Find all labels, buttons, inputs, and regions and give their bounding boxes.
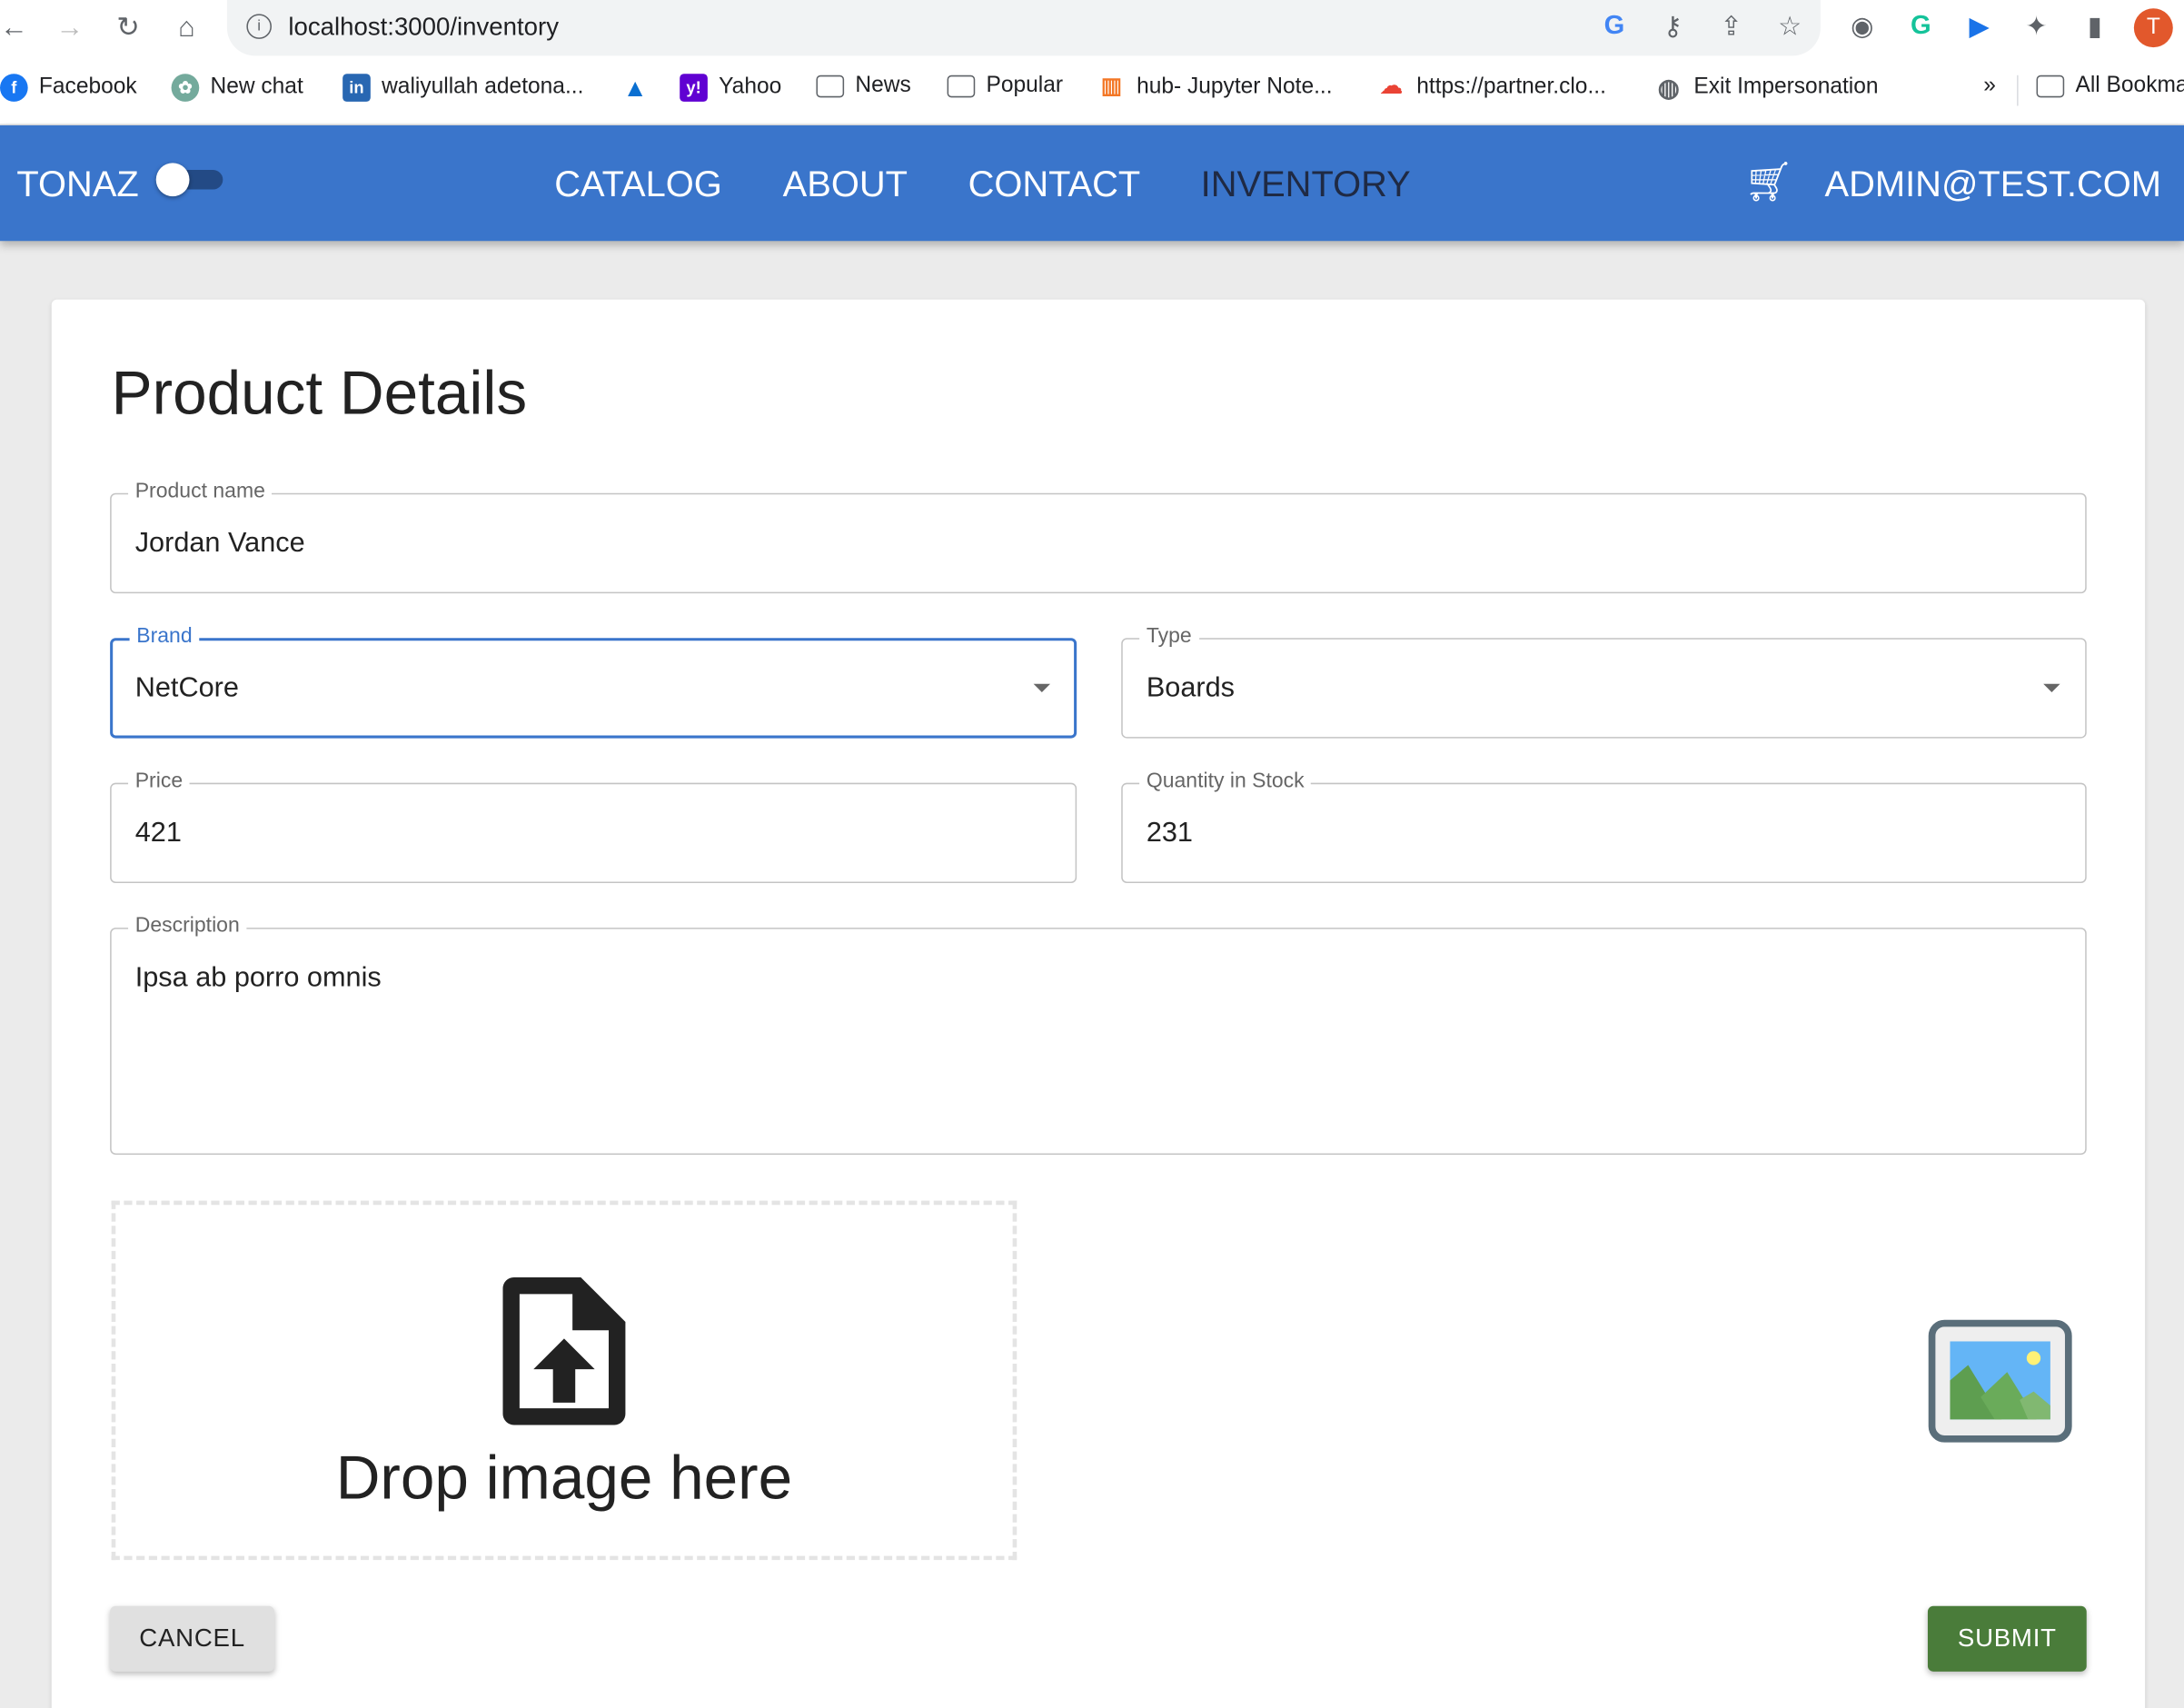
chevron-down-icon <box>2043 683 2060 693</box>
facebook-icon: f <box>0 74 28 102</box>
field-label: Product name <box>128 479 273 503</box>
bookmark-label: Popular <box>986 74 1064 98</box>
info-icon[interactable]: i <box>246 14 272 39</box>
price-field[interactable]: Price 421 <box>110 769 1077 884</box>
reload-icon[interactable]: ↻ <box>109 8 148 47</box>
chatgpt-icon: ✿ <box>171 74 200 102</box>
bookmark-label: Facebook <box>38 74 137 99</box>
bookmark-label: https://partner.clo... <box>1416 74 1606 99</box>
bookmark-label: waliyullah adetona... <box>382 74 584 99</box>
profile-avatar[interactable]: T <box>2133 8 2173 48</box>
dropzone-text: Drop image here <box>335 1444 793 1514</box>
bookmark-news[interactable]: News <box>816 74 911 99</box>
nav-inventory[interactable]: INVENTORY <box>1201 163 1411 206</box>
file-upload-icon <box>502 1276 626 1425</box>
bookmark-facebook[interactable]: f Facebook <box>0 74 137 102</box>
all-bookmarks[interactable]: All Bookmarks <box>2036 74 2184 99</box>
folder-icon <box>2036 74 2065 98</box>
bookmark-jupyter[interactable]: ▥ hub- Jupyter Note... <box>1097 74 1333 102</box>
page-title: Product Details <box>111 359 528 428</box>
bookmark-exit-impersonation[interactable]: ◍ Exit Impersonation <box>1654 74 1879 102</box>
bookmark-label: Exit Impersonation <box>1693 74 1879 99</box>
jupyter-icon: ▥ <box>1100 74 1123 99</box>
azure-icon: ▲ <box>622 74 648 102</box>
image-placeholder-icon <box>1928 1319 2072 1443</box>
image-dropzone[interactable]: Drop image here <box>111 1200 1018 1561</box>
linkedin-icon: in <box>342 74 371 102</box>
field-label: Brand <box>129 623 200 648</box>
forward-icon[interactable]: → <box>50 8 89 47</box>
chevron-down-icon <box>1033 683 1051 693</box>
field-value: 421 <box>134 817 182 849</box>
url-text: localhost:3000/inventory <box>288 12 560 41</box>
bookmark-label: All Bookmarks <box>2075 74 2184 98</box>
field-label: Price <box>128 769 190 793</box>
bookmark-new-chat[interactable]: ✿ New chat <box>171 74 303 102</box>
bookmark-linkedin[interactable]: in waliyullah adetona... <box>342 74 583 102</box>
field-label: Quantity in Stock <box>1139 769 1312 793</box>
brand-logo[interactable]: TONAZ <box>16 163 138 206</box>
description-textarea[interactable]: Description Ipsa ab porro omnis <box>110 913 2087 1156</box>
field-value: Jordan Vance <box>134 528 305 559</box>
browser-chrome: ← → ↻ ⌂ i localhost:3000/inventory G ⚷ ⇪… <box>0 0 2184 125</box>
quantity-field[interactable]: Quantity in Stock 231 <box>1121 769 2087 884</box>
bookmark-label: Yahoo <box>719 74 782 99</box>
app-navbar: TONAZ CATALOG ABOUT CONTACT INVENTORY 🛒︎… <box>0 124 2184 242</box>
user-menu[interactable]: ADMIN@TEST.COM <box>1824 163 2160 206</box>
globe-icon: ◍ <box>1657 74 1680 102</box>
extensions-puzzle-icon[interactable]: ✦ <box>2020 11 2053 43</box>
key-icon[interactable]: ⚷ <box>1656 11 1690 43</box>
bookmark-yahoo[interactable]: y! Yahoo <box>680 74 781 102</box>
bookmark-azure[interactable]: ▲ <box>621 74 650 102</box>
side-panel-icon[interactable]: ▮ <box>2079 11 2112 43</box>
bookmark-label: New chat <box>210 74 303 99</box>
type-select[interactable]: Type Boards <box>1121 623 2087 739</box>
folder-icon <box>816 74 845 98</box>
field-value: 231 <box>1146 817 1193 849</box>
field-value: NetCore <box>134 672 239 704</box>
divider <box>2017 74 2019 106</box>
extension-play-icon[interactable]: ▶ <box>1962 11 1996 43</box>
submit-button[interactable]: SUBMIT <box>1927 1605 2087 1672</box>
yahoo-icon: y! <box>680 74 708 102</box>
nav-about[interactable]: ABOUT <box>783 163 908 206</box>
bookmark-label: hub- Jupyter Note... <box>1137 74 1333 99</box>
nav-contact[interactable]: CONTACT <box>968 163 1141 206</box>
nav-catalog[interactable]: CATALOG <box>554 163 722 206</box>
google-cloud-icon: ☁ <box>1380 74 1403 99</box>
bookmark-partner[interactable]: ☁ https://partner.clo... <box>1377 74 1606 102</box>
extension-owl-icon[interactable]: ◉ <box>1845 11 1879 43</box>
back-icon[interactable]: ← <box>0 8 34 47</box>
bookmark-popular[interactable]: Popular <box>947 74 1064 99</box>
more-bookmarks-button[interactable]: » <box>1983 74 1996 99</box>
share-icon[interactable]: ⇪ <box>1714 11 1748 43</box>
address-bar[interactable]: i localhost:3000/inventory G ⚷ ⇪ ☆ <box>226 0 1821 56</box>
cancel-button[interactable]: CANCEL <box>110 1605 275 1672</box>
field-value: Ipsa ab porro omnis <box>134 962 382 994</box>
field-label: Type <box>1139 623 1199 648</box>
field-value: Boards <box>1146 672 1235 704</box>
field-label: Description <box>128 913 247 938</box>
home-icon[interactable]: ⌂ <box>167 8 206 47</box>
star-icon[interactable]: ☆ <box>1773 11 1807 43</box>
grammarly-icon[interactable]: G <box>1904 11 1938 42</box>
bookmark-label: News <box>855 74 911 98</box>
folder-icon <box>947 74 976 98</box>
product-name-field[interactable]: Product name Jordan Vance <box>110 479 2087 594</box>
cart-icon[interactable]: 🛒︎ <box>1744 159 1794 205</box>
theme-toggle[interactable] <box>155 163 223 197</box>
brand-select[interactable]: Brand NetCore <box>110 623 1077 739</box>
google-icon[interactable]: G <box>1598 11 1632 42</box>
